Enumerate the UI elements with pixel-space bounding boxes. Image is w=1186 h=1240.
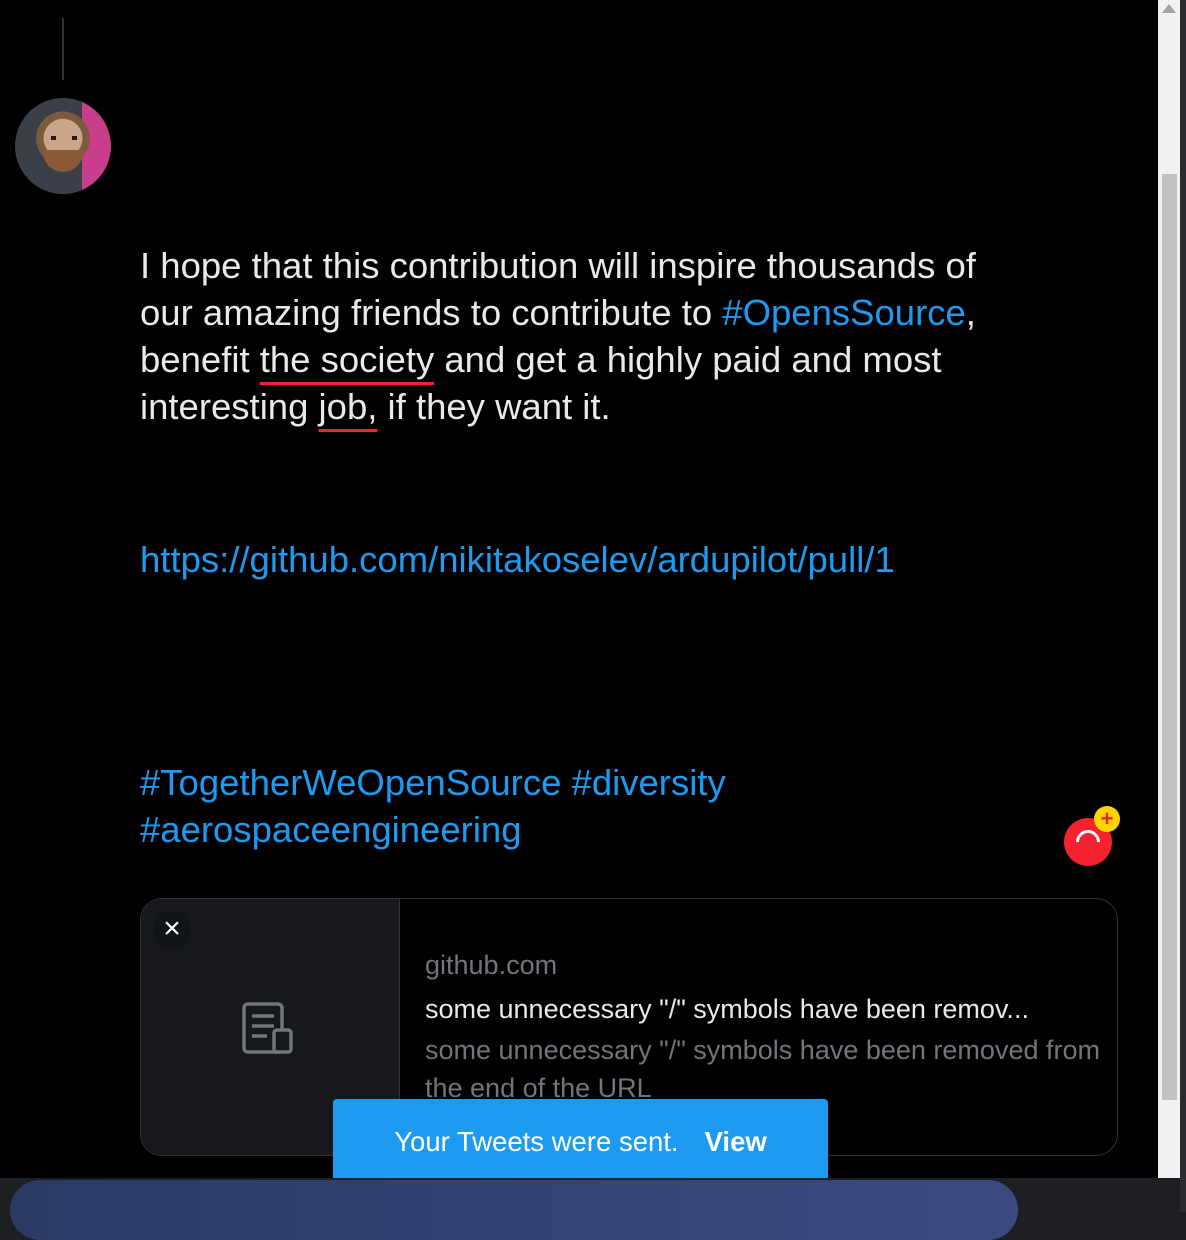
card-description: some unnecessary "/" symbols have been r… [425, 1035, 1100, 1103]
card-body: github.com some unnecessary "/" symbols … [425, 943, 1105, 1107]
remove-card-close-icon[interactable]: × [153, 911, 191, 949]
tweet-line-4-suffix: if they want it. [377, 386, 611, 427]
hashtag-aerospace-engineering[interactable]: #aerospaceengineering [140, 809, 522, 850]
card-title: some unnecessary "/" symbols have been r… [425, 994, 1029, 1024]
scrollbar-thumb[interactable] [1162, 174, 1177, 1100]
add-tweet-plus-icon[interactable]: + [1094, 806, 1120, 832]
scrollbar[interactable] [1158, 0, 1180, 1178]
thread-line [62, 18, 64, 80]
user-avatar[interactable] [15, 98, 111, 194]
tweet-line-2-suffix: , [965, 292, 976, 333]
tweet-url-link[interactable]: https://github.com/nikitakoselev/ardupil… [140, 539, 895, 580]
spelling-error-the-society[interactable]: the society [260, 339, 434, 380]
scroll-up-arrow-icon[interactable] [1162, 4, 1176, 13]
tweet-line-1: I hope that this contribution will inspi… [140, 245, 976, 286]
avatar-beard [43, 150, 83, 172]
toast-message: Your Tweets were sent. [394, 1126, 679, 1157]
tweet-line-2-prefix: our amazing friends to contribute to [140, 292, 723, 333]
tweet-line-3-prefix: benefit [140, 339, 260, 380]
background-window-edge [1180, 0, 1186, 1212]
document-icon [242, 1002, 293, 1054]
card-domain: github.com [425, 950, 558, 980]
spelling-error-job[interactable]: job, [319, 386, 378, 427]
tweet-line-4-prefix: interesting [140, 386, 319, 427]
tweet-text-editor[interactable]: I hope that this contribution will inspi… [140, 242, 1100, 853]
avatar-eyes [51, 136, 77, 140]
hashtag-together-we-open-source[interactable]: #TogetherWeOpenSource [140, 762, 561, 803]
hashtag-opens-source[interactable]: #OpensSource [722, 292, 966, 333]
tweet-line-3-suffix: and get a highly paid and most [434, 339, 942, 380]
tweet-compose-panel: I hope that this contribution will inspi… [0, 0, 1158, 1178]
bottom-background-bar [10, 1180, 1018, 1240]
tweets-sent-toast: Your Tweets were sent. View [333, 1099, 828, 1178]
toast-view-button[interactable]: View [705, 1126, 767, 1158]
character-counter: + [1064, 806, 1120, 866]
hashtag-diversity[interactable]: #diversity [572, 762, 726, 803]
